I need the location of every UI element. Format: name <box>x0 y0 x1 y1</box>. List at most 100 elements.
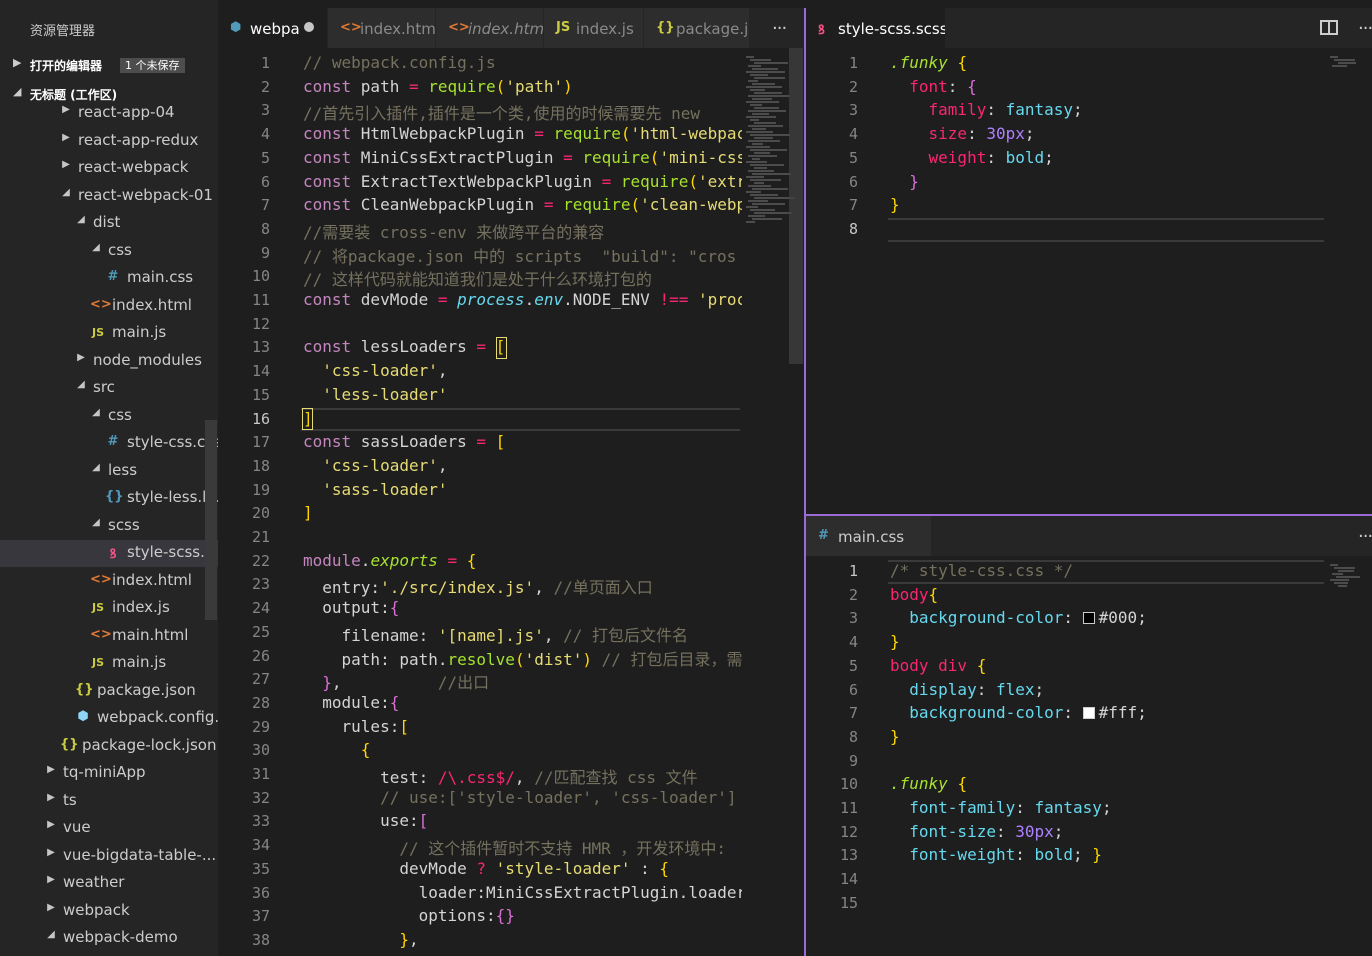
line-number: 9 <box>260 243 270 262</box>
right-bottom-minimap[interactable] <box>1326 556 1372 956</box>
tree-folder[interactable]: ▶ ts <box>0 788 218 815</box>
code-token: devMode <box>303 858 477 878</box>
tree-folder[interactable]: ◢ css <box>0 238 218 265</box>
tree-folder[interactable]: ▶ tq-miniApp <box>0 760 218 787</box>
tree-folder[interactable]: ▶ react-app-redux <box>0 128 218 155</box>
code-token: : <box>947 76 968 96</box>
code-line: .funky { <box>890 774 967 793</box>
code-token: module <box>303 550 361 570</box>
tree-folder[interactable]: ◢ scss <box>0 513 218 540</box>
file-type-icon: {} <box>656 20 675 35</box>
line-number: 17 <box>251 433 270 452</box>
editor-tab[interactable]: <> index.html <box>436 8 544 48</box>
file-type-icon: <> <box>340 20 362 35</box>
code-line: }, <box>303 930 418 949</box>
tree-folder[interactable]: ▶ react-app-04 <box>0 100 218 127</box>
main-css-editor[interactable]: 1/* style-css.css */2 body{3 background-c… <box>806 556 1326 956</box>
minimap-line <box>1332 573 1343 575</box>
tree-folder[interactable]: ◢ dist <box>0 210 218 237</box>
tree-folder[interactable]: ▶ vue-bigdata-table-... <box>0 843 218 870</box>
style-scss-editor[interactable]: 1 .funky {2 font: {3 family: fantasy; 4 si… <box>806 48 1326 514</box>
code-token: const <box>303 124 361 144</box>
tree-file[interactable]: # main.css <box>0 265 218 292</box>
right-top-minimap[interactable] <box>1326 48 1372 514</box>
code-token: const <box>303 147 361 167</box>
tree-folder[interactable]: ▶ weather <box>0 870 218 897</box>
line-number: 9 <box>848 751 858 770</box>
tree-file[interactable]: JS index.js <box>0 595 218 622</box>
tree-file[interactable]: <> index.html <box>0 568 218 595</box>
code-line: const lessLoaders = [ <box>303 337 505 356</box>
left-minimap[interactable] <box>742 48 795 956</box>
minimap-line <box>754 137 773 139</box>
tab-style-scss[interactable]: ꝸ style-scss.scss <box>806 8 946 48</box>
code-line: background-color: #fff; <box>890 703 1147 722</box>
tree-folder[interactable]: ▶ node_modules <box>0 348 218 375</box>
code-token: = <box>476 337 496 357</box>
tab-main-css[interactable]: # main.css <box>806 516 932 556</box>
tree-file[interactable]: {} package-lock.json <box>0 733 218 760</box>
editor-tab[interactable]: JS index.js <box>544 8 644 48</box>
color-swatch-icon[interactable] <box>1082 612 1095 625</box>
tab-label: style-scss.scss <box>838 20 946 38</box>
webpack-config-editor[interactable]: 1 // webpack.config.js 2 const path = requi… <box>218 48 742 956</box>
code-token: : <box>967 124 987 144</box>
tree-file[interactable]: <> main.html <box>0 623 218 650</box>
code-token: : <box>976 679 996 699</box>
tree-file[interactable]: ꝸ style-scss.s... <box>0 540 218 567</box>
code-line: } <box>890 727 900 746</box>
more-actions-button[interactable]: ··· <box>772 18 787 39</box>
code-token: ExtractTextWebpackPlugin <box>360 171 602 191</box>
tree-file[interactable]: JS main.js <box>0 320 218 347</box>
code-line: } <box>890 172 919 191</box>
code-token: flex <box>995 679 1035 699</box>
code-line: //需要装 cross-env 来做跨平台的兼容 <box>303 219 604 243</box>
tree-folder[interactable]: ◢ webpack-demo <box>0 925 218 952</box>
editor-tab[interactable]: <> index.htm <box>328 8 436 48</box>
tree-folder[interactable]: ◢ css <box>0 403 218 430</box>
line-number: 16 <box>251 409 270 428</box>
editor-tab[interactable]: {} package.js <box>644 8 750 48</box>
code-token: [ <box>418 811 429 831</box>
tab-label: index.html <box>468 20 544 38</box>
tree-file[interactable]: <> index.html <box>0 293 218 320</box>
tree-file[interactable]: # style-css.css <box>0 430 218 457</box>
editor-tab[interactable]: ⬢ webpa <box>218 8 328 48</box>
line-number: 18 <box>251 456 270 475</box>
color-swatch-icon[interactable] <box>1082 707 1095 720</box>
line-number: 27 <box>251 670 270 689</box>
tree-file[interactable]: ⬢ webpack.config... <box>0 705 218 732</box>
tree-file[interactable]: JS main.js <box>0 650 218 677</box>
code-token: { <box>389 692 400 712</box>
split-editor-icon[interactable] <box>1320 20 1338 35</box>
chevron-right-icon: ▶ <box>47 874 55 885</box>
code-token: const <box>303 337 361 357</box>
minimap-line <box>748 185 771 187</box>
bottom-more-button[interactable]: ··· <box>1358 526 1372 547</box>
tree-folder[interactable]: ▶ react-webpack <box>0 155 218 182</box>
unsaved-dot-icon[interactable] <box>304 22 314 32</box>
line-number: 19 <box>251 480 270 499</box>
code-token: { <box>389 598 400 618</box>
code-token: , <box>331 673 438 693</box>
tree-folder[interactable]: ▶ vue <box>0 815 218 842</box>
code-token: exports <box>370 550 448 570</box>
minimap-line <box>754 152 770 154</box>
tree-folder[interactable]: ◢ src <box>0 375 218 402</box>
tree-folder[interactable]: ▶ webpack <box>0 898 218 925</box>
code-token: test: <box>303 768 438 787</box>
tree-folder[interactable]: ◢ react-webpack-01 <box>0 183 218 210</box>
code-token: ( <box>688 171 698 191</box>
open-editors-section[interactable]: ▶ 打开的编辑器 1 个未保存 <box>0 54 218 76</box>
left-scrollbar-thumb[interactable] <box>789 48 803 364</box>
code-token: = <box>601 171 621 191</box>
tree-folder[interactable]: ◢ less <box>0 458 218 485</box>
code-line: test: /\.css$/, //匹配查找 css 文件 <box>303 764 698 788</box>
right-more-button[interactable]: ··· <box>1358 18 1372 39</box>
minimap-line <box>746 71 785 73</box>
tree-scrollbar[interactable] <box>205 420 217 620</box>
tree-file[interactable]: {}style-less.le... <box>0 485 218 512</box>
tree-file[interactable]: {} package.json <box>0 678 218 705</box>
